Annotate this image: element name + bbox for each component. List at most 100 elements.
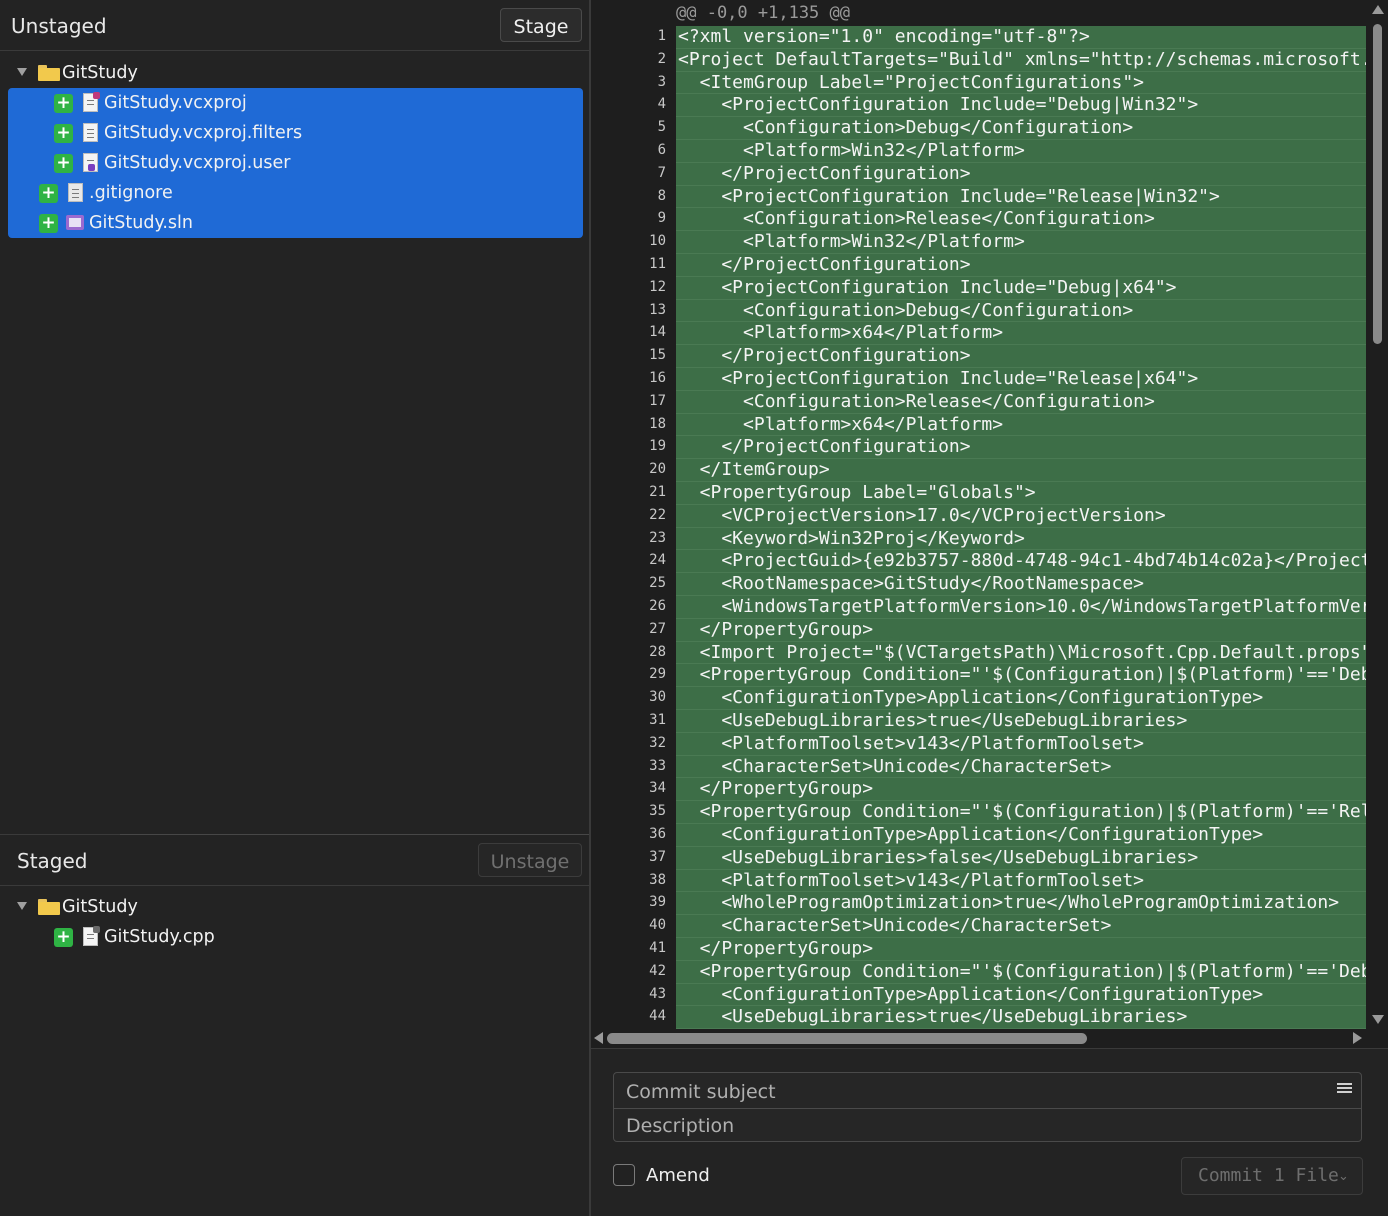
- diff-view[interactable]: @@ -0,0 +1,135 @@ 1 <?xml version="1.0" e…: [591, 0, 1388, 1030]
- changes-panel: Unstaged Stage GitStudy + GitStudy.vcxpr…: [0, 0, 589, 1216]
- expand-arrow-icon[interactable]: [17, 68, 27, 76]
- scroll-right-icon[interactable]: [1353, 1032, 1362, 1044]
- line-number: 42: [649, 962, 666, 979]
- diff-line-added: <CharacterSet>Unicode</CharacterSet>: [676, 915, 1366, 938]
- diff-line-added: <PropertyGroup Condition="'$(Configurati…: [676, 801, 1366, 824]
- line-number: 18: [649, 415, 666, 432]
- diff-line-added: </PropertyGroup>: [676, 938, 1366, 961]
- diff-line-added: </ItemGroup>: [676, 459, 1366, 482]
- added-status-icon: +: [39, 214, 58, 233]
- diff-line-text: <Keyword>Win32Proj</Keyword>: [678, 527, 1025, 549]
- diff-line-text: <PropertyGroup Condition="'$(Configurati…: [699, 664, 1366, 686]
- message-template-icon[interactable]: [1337, 1083, 1352, 1097]
- horizontal-scroll-thumb[interactable]: [607, 1033, 1087, 1044]
- diff-line-added: <UseDebugLibraries>true</UseDebugLibrari…: [676, 710, 1366, 733]
- diff-line-added: </PropertyGroup>: [676, 619, 1366, 642]
- diff-line-text: <RootNamespace>GitStudy</RootNamespace>: [678, 573, 1144, 595]
- line-number: 17: [649, 392, 666, 409]
- expand-arrow-icon[interactable]: [17, 902, 27, 910]
- amend-checkbox[interactable]: [613, 1164, 635, 1186]
- diff-line-text: <Platform>x64</Platform>: [678, 413, 1004, 435]
- diff-line-added: </ProjectConfiguration>: [676, 254, 1366, 277]
- unstage-button[interactable]: Unstage: [478, 843, 582, 877]
- diff-line-added: <CharacterSet>Unicode</CharacterSet>: [676, 756, 1366, 779]
- diff-line-text: <Project DefaultTargets="Build" xmlns="h…: [678, 48, 1366, 70]
- line-number: 27: [649, 620, 666, 637]
- diff-line-added: <ProjectConfiguration Include="Debug|Win…: [676, 94, 1366, 118]
- diff-line-text: <Configuration>Debug</Configuration>: [678, 299, 1134, 321]
- diff-line-added: <Configuration>Debug</Configuration>: [676, 117, 1366, 140]
- unstaged-header: Unstaged Stage: [0, 0, 589, 51]
- diff-line-text: <Platform>Win32</Platform>: [678, 140, 1025, 161]
- diff-line-text: </PropertyGroup>: [678, 938, 874, 959]
- file-row[interactable]: + GitStudy.cpp: [0, 923, 589, 953]
- line-number: 26: [649, 598, 666, 614]
- diff-line-text: <UseDebugLibraries>true</UseDebugLibrari…: [678, 710, 1188, 731]
- diff-line-text: <UseDebugLibraries>false</UseDebugLibrar…: [678, 846, 1199, 868]
- diff-line-text: <PropertyGroup Condition="'$(Configurati…: [699, 960, 1366, 982]
- chevron-down-icon[interactable]: ⌄: [1338, 1169, 1349, 1184]
- line-number: 5: [657, 119, 666, 136]
- line-number: 1: [657, 28, 666, 44]
- diff-line-text: <?xml version="1.0" encoding="utf-8"?>: [678, 26, 1090, 47]
- cpp-file-icon: [83, 926, 100, 946]
- vertical-scroll-thumb[interactable]: [1373, 24, 1382, 344]
- diff-line-added: <?xml version="1.0" encoding="utf-8"?>: [676, 26, 1366, 49]
- filters-file-icon: [83, 123, 98, 142]
- file-row[interactable]: + GitStudy.vcxproj.filters: [0, 119, 589, 149]
- scroll-left-icon[interactable]: [594, 1032, 603, 1044]
- diff-line-text: </ProjectConfiguration>: [678, 345, 971, 367]
- vertical-scrollbar[interactable]: [1366, 0, 1388, 1030]
- line-number: 4: [657, 96, 666, 113]
- line-number: 43: [649, 985, 666, 1002]
- added-status-icon: +: [54, 928, 73, 947]
- file-name: GitStudy.vcxproj.filters: [104, 123, 303, 143]
- commit-subject-input[interactable]: [624, 1079, 1328, 1105]
- scroll-down-icon[interactable]: [1372, 1015, 1384, 1024]
- line-number: 7: [657, 164, 666, 181]
- file-name: GitStudy.vcxproj.user: [104, 153, 291, 173]
- unstaged-tree: GitStudy + GitStudy.vcxproj + GitStudy.v…: [0, 58, 589, 828]
- text-file-icon: [68, 183, 83, 202]
- diff-line-added: <ConfigurationType>Application</Configur…: [676, 824, 1366, 847]
- diff-line-added: <PlatformToolset>v143</PlatformToolset>: [676, 733, 1366, 756]
- diff-line-added: <UseDebugLibraries>false</UseDebugLibrar…: [676, 847, 1366, 870]
- diff-line-text: <ConfigurationType>Application</Configur…: [678, 824, 1264, 845]
- folder-row-gitstudy[interactable]: GitStudy: [0, 893, 589, 923]
- folder-row-gitstudy[interactable]: GitStudy: [0, 59, 589, 89]
- scroll-up-icon[interactable]: [1372, 5, 1384, 14]
- file-name: GitStudy.sln: [89, 213, 193, 233]
- diff-line-added: <PlatformToolset>v143</PlatformToolset>: [676, 870, 1366, 893]
- diff-line-text: <ItemGroup Label="ProjectConfigurations"…: [678, 71, 1144, 93]
- amend-label[interactable]: Amend: [646, 1165, 710, 1186]
- diff-line-text: <Configuration>Release</Configuration>: [678, 208, 1155, 230]
- diff-line-text: </PropertyGroup>: [678, 778, 874, 800]
- line-number: 20: [649, 461, 666, 478]
- line-number: 34: [649, 780, 666, 797]
- file-row[interactable]: + GitStudy.sln: [0, 209, 589, 239]
- diff-line-added: <ProjectConfiguration Include="Release|x…: [676, 368, 1366, 391]
- line-number: 39: [649, 894, 666, 911]
- file-row[interactable]: + .gitignore: [0, 179, 589, 209]
- horizontal-scrollbar[interactable]: [591, 1030, 1388, 1048]
- diff-line-text: </ProjectConfiguration>: [678, 436, 971, 458]
- file-row[interactable]: + GitStudy.vcxproj: [0, 89, 589, 119]
- line-number: 9: [657, 210, 666, 227]
- line-number: 3: [657, 73, 666, 90]
- line-number: 2: [657, 50, 666, 67]
- line-number: 6: [657, 142, 666, 158]
- diff-line-text: <PropertyGroup Condition="'$(Configurati…: [699, 801, 1366, 823]
- added-status-icon: +: [39, 184, 58, 203]
- commit-button[interactable]: Commit 1 File ⌄: [1181, 1157, 1363, 1195]
- diff-line-added: <VCProjectVersion>17.0</VCProjectVersion…: [676, 505, 1366, 528]
- stage-button[interactable]: Stage: [500, 8, 582, 42]
- line-number: 11: [649, 256, 666, 272]
- line-number: 33: [649, 757, 666, 774]
- commit-message-box: [613, 1072, 1362, 1142]
- commit-description-input[interactable]: [624, 1113, 1348, 1139]
- file-name: GitStudy.cpp: [104, 927, 215, 947]
- file-row[interactable]: + GitStudy.vcxproj.user: [0, 149, 589, 179]
- diff-line-added: </PropertyGroup>: [676, 778, 1366, 802]
- diff-line-added: <WindowsTargetPlatformVersion>10.0</Wind…: [676, 596, 1366, 619]
- line-number: 31: [649, 712, 666, 728]
